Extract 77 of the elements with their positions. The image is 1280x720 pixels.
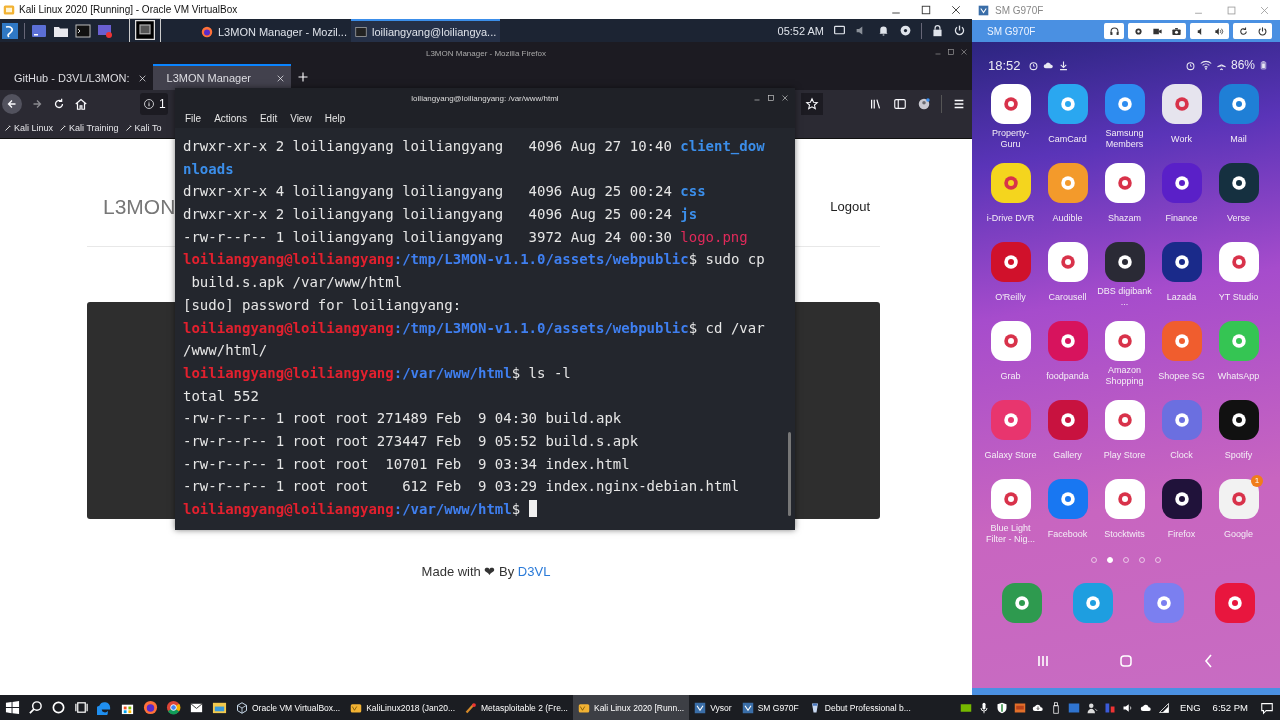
tab-title: GitHub - D3VL/L3MON: — [14, 72, 130, 84]
terminal-line: nloads — [183, 159, 235, 179]
terminal-line: loiliangyang@loiliangyang:/var/www/html$ — [183, 498, 787, 521]
taskbar-button[interactable]: Metasploitable 2 (Fre... — [460, 695, 573, 720]
terminal-line: [sudo] password for loiliangyang: — [183, 295, 463, 315]
app-label[interactable]: Carousell — [1039, 286, 1096, 308]
app-label[interactable]: YT Studio — [1210, 286, 1267, 308]
window-title: L3MON Manager - Mozilla Firefox — [425, 48, 546, 58]
menu-item[interactable]: Edit — [259, 112, 278, 124]
app-label[interactable]: Work — [1153, 128, 1210, 150]
window-title: loiliangyang@loiliangyang: /var/www/html — [411, 93, 559, 103]
app-label[interactable]: Samsung Members — [1096, 128, 1153, 150]
taskbar-button[interactable]: Debut Professional b... — [803, 695, 916, 720]
clock[interactable]: 6:52 PM — [1212, 702, 1248, 713]
panel-task[interactable]: L3MON Manager - Mozil... — [197, 19, 351, 42]
taskbar-button[interactable]: Vysor — [689, 695, 737, 720]
taskbar-button[interactable]: Oracle VM VirtualBox... — [231, 695, 346, 720]
bookmark[interactable]: Kali To — [124, 123, 162, 133]
terminal-line: -rw-r--r-- 1 loiliangyang loiliangyang 3972 Aug 24 00:30 logo.png — [183, 227, 749, 247]
menu-item[interactable]: Actions — [214, 112, 247, 124]
app-label[interactable]: CamCard — [1039, 128, 1096, 150]
footer-text: Made with ❤ By D3VL — [420, 564, 552, 579]
bookmark[interactable]: Kali Training — [59, 123, 119, 133]
browser-tab[interactable]: L3MON Manager — [152, 64, 291, 90]
app-label[interactable]: Finance — [1153, 207, 1210, 229]
window-title: SM G970F — [995, 4, 1044, 16]
app-label[interactable]: foodpanda — [1039, 365, 1096, 387]
browser-tab[interactable]: GitHub - D3VL/L3MON: — [0, 64, 153, 90]
app-label[interactable]: WhatsApp — [1210, 365, 1267, 387]
terminal-line: -rw-r--r-- 1 root root 271489 Feb 9 04:30 build.apk — [183, 409, 623, 429]
tab-title: L3MON Manager — [166, 72, 252, 84]
taskbar-button[interactable]: SM G970F — [736, 695, 804, 720]
device-name: SM G970F — [987, 25, 1036, 37]
menu-item[interactable]: View — [290, 112, 312, 124]
terminal-line: loiliangyang@loiliangyang:/var/www/html$ ls -l — [183, 363, 572, 383]
terminal-line: drwxr-xr-x 2 loiliangyang loiliangyang 4096 Aug 25 00:24 js — [183, 205, 699, 225]
logout-link[interactable]: Logout — [830, 199, 870, 214]
terminal-line: -rw-r--r-- 1 root root 10701 Feb 9 03:34 index.html — [183, 454, 631, 474]
app-label[interactable]: O'Reilly — [982, 286, 1039, 308]
terminal-line: build.s.apk /var/www/html — [190, 273, 404, 293]
notification-badge: 1 — [1251, 475, 1263, 487]
terminal-line: loiliangyang@loiliangyang:/tmp/L3MON-v1.1.0/assets/webpublic$ sudo cp — [183, 250, 766, 270]
status-time: 18:52 — [988, 57, 1021, 73]
battery-level: 86% — [1230, 58, 1255, 72]
menu-item[interactable]: Help — [324, 112, 346, 124]
taskbar-button[interactable]: Kali Linux 2020 [Runn... — [572, 695, 690, 720]
clock: 05:52 AM — [777, 24, 824, 37]
terminal-line: -rw-r--r-- 1 root root 612 Feb 9 03:29 index.nginx-debian.html — [183, 477, 741, 497]
terminal-line: /www/html/ — [183, 341, 269, 361]
app-label[interactable]: Shopee SG — [1153, 365, 1210, 387]
taskbar-button[interactable]: KaliLinux2018 (Jan20... — [345, 695, 461, 720]
terminal-line: loiliangyang@loiliangyang:/tmp/L3MON-v1.1.0/assets/webpublic$ cd /var — [183, 318, 766, 338]
app-label[interactable]: Property-Guru — [982, 128, 1039, 150]
terminal-line: drwxr-xr-x 2 loiliangyang loiliangyang 4096 Aug 27 10:40 client_dow — [183, 137, 766, 157]
menu-item[interactable]: File — [185, 112, 202, 124]
window-title: Kali Linux 2020 [Running] - Oracle VM VirtualBox — [19, 4, 238, 15]
panel-task[interactable]: loiliangyang@loiliangya... — [351, 19, 501, 42]
bookmark[interactable]: Kali Linux — [4, 123, 54, 133]
app-label[interactable]: Shazam — [1096, 207, 1153, 229]
site-logo[interactable]: L3MON — [103, 194, 176, 219]
app-label[interactable]: i-Drive DVR — [982, 207, 1039, 229]
app-label[interactable]: Audible — [1039, 207, 1096, 229]
app-label[interactable]: DBS digibank ... — [1096, 286, 1153, 308]
terminal-line: total 552 — [183, 386, 260, 406]
app-label[interactable]: Lazada — [1153, 286, 1210, 308]
app-label[interactable]: Mail — [1210, 128, 1267, 150]
language-indicator[interactable]: ENG — [1180, 702, 1201, 713]
app-label[interactable]: Grab — [982, 365, 1039, 387]
app-label[interactable]: Verse — [1210, 207, 1267, 229]
app-label[interactable]: Play Store — [1096, 444, 1153, 466]
app-label[interactable]: Amazon Shopping — [1096, 365, 1153, 387]
app-label[interactable]: Gallery — [1039, 444, 1096, 466]
app-label[interactable]: Galaxy Store — [982, 444, 1039, 466]
terminal-line: -rw-r--r-- 1 root root 273447 Feb 9 05:52 build.s.apk — [183, 431, 640, 451]
terminal-line: drwxr-xr-x 4 loiliangyang loiliangyang 4096 Aug 25 00:24 css — [183, 182, 707, 202]
address-field[interactable]: 1 — [140, 93, 168, 115]
author-link[interactable]: D3VL — [517, 564, 551, 579]
